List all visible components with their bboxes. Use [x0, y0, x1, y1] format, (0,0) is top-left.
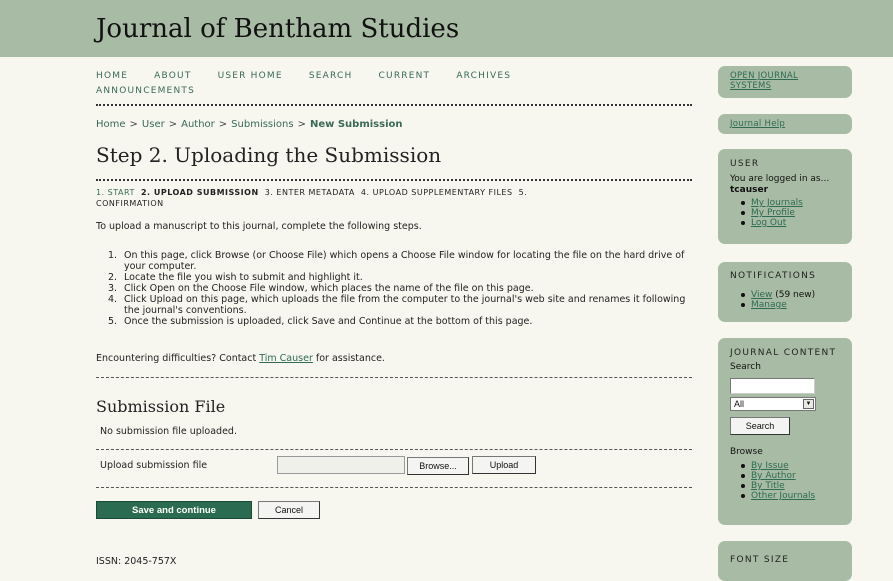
ojs-link[interactable]: OPEN JOURNAL SYSTEMS [730, 71, 840, 91]
breadcrumb-home[interactable]: Home [96, 119, 126, 130]
intro-text: To upload a manuscript to this journal, … [96, 221, 422, 232]
step-enter-metadata: 3. ENTER METADATA [264, 188, 355, 197]
view-notifications-link[interactable]: View [751, 290, 772, 300]
page-title: Step 2. Uploading the Submission [96, 143, 442, 167]
breadcrumb: Home > User > Author > Submissions > New Submiss… [96, 119, 403, 130]
site-title: Journal of Bentham Studies [96, 14, 460, 44]
nav-about[interactable]: ABOUT [154, 71, 191, 81]
search-input[interactable] [730, 378, 815, 394]
instruction-item: 1. On this page, click Browse (or Choose … [108, 250, 685, 272]
breadcrumb-submissions[interactable]: Submissions [231, 119, 293, 130]
file-path-input[interactable] [277, 456, 405, 474]
submission-status: No submission file uploaded. [100, 426, 237, 437]
difficulties-text: Encountering difficulties? Contact Tim C… [96, 353, 385, 364]
nav-search[interactable]: SEARCH [309, 71, 353, 81]
step-five-number: 5. [518, 188, 528, 197]
username: tcauser [730, 185, 769, 195]
nav-archives[interactable]: ARCHIVES [456, 71, 511, 81]
notifications-heading: NOTIFICATIONS [730, 271, 817, 281]
browse-by-title-link[interactable]: By Title [751, 481, 785, 491]
section-divider [96, 377, 692, 378]
nav-announcements[interactable]: ANNOUNCEMENTS [96, 86, 195, 96]
site-header: Journal of Bentham Studies [0, 0, 893, 57]
contact-link[interactable]: Tim Causer [259, 353, 313, 364]
browse-by-issue-link[interactable]: By Issue [751, 461, 789, 471]
step-progress: 1. START 2. UPLOAD SUBMISSION 3. ENTER M… [96, 187, 656, 209]
issn-text: ISSN: 2045-757X [96, 556, 177, 567]
notifications-box: NOTIFICATIONS View (59 new) Manage [718, 262, 852, 322]
nav-divider [96, 104, 692, 106]
instruction-item: 5. Once the submission is uploaded, click… [108, 316, 533, 327]
user-heading: USER [730, 159, 760, 169]
browse-label: Browse [730, 447, 763, 457]
upload-button[interactable]: Upload [472, 456, 536, 474]
log-out-link[interactable]: Log Out [751, 218, 786, 228]
search-label: Search [730, 362, 761, 372]
ojs-box: OPEN JOURNAL SYSTEMS [718, 66, 852, 98]
file-divider-top [96, 449, 692, 450]
step-upload-supplementary: 4. UPLOAD SUPPLEMENTARY FILES [360, 188, 513, 197]
instruction-item: 4. Click Upload on this page, which uploa… [108, 294, 686, 316]
notifications-count: (59 new) [775, 290, 816, 300]
step-upload-submission: 2. UPLOAD SUBMISSION [140, 188, 259, 197]
journal-help-link[interactable]: Journal Help [730, 119, 840, 129]
font-size-heading: FONT SIZE [730, 555, 790, 565]
search-button[interactable]: Search [730, 417, 790, 435]
font-size-box: FONT SIZE [718, 541, 852, 581]
chevron-down-icon[interactable]: ▼ [803, 399, 814, 409]
manage-notifications-link[interactable]: Manage [751, 300, 787, 310]
cancel-button[interactable]: Cancel [258, 501, 320, 519]
title-divider [96, 179, 692, 181]
step-confirmation: CONFIRMATION [96, 199, 164, 208]
submission-file-heading: Submission File [96, 397, 226, 416]
journal-content-box: JOURNAL CONTENT Search All ▼ Search Brow… [718, 338, 852, 525]
instruction-item: 2. Locate the file you wish to submit and… [108, 272, 363, 283]
browse-by-author-link[interactable]: By Author [751, 471, 796, 481]
file-divider-bottom [96, 487, 692, 488]
user-box: USER You are logged in as... tcauser My … [718, 149, 852, 244]
user-links: My Journals My Profile Log Out [730, 198, 840, 228]
my-journals-link[interactable]: My Journals [751, 198, 803, 208]
notifications-links: View (59 new) Manage [730, 290, 840, 310]
nav-user-home[interactable]: USER HOME [218, 71, 283, 81]
my-profile-link[interactable]: My Profile [751, 208, 795, 218]
journal-content-heading: JOURNAL CONTENT [730, 348, 837, 358]
help-box: Journal Help [718, 114, 852, 134]
instructions-list: 1. On this page, click Browse (or Choose … [108, 250, 688, 327]
search-scope-select[interactable]: All ▼ [730, 397, 816, 411]
browse-links: By Issue By Author By Title Other Journa… [730, 461, 840, 501]
other-journals-link[interactable]: Other Journals [751, 491, 815, 501]
upload-label: Upload submission file [100, 460, 208, 471]
breadcrumb-current[interactable]: New Submission [310, 119, 403, 130]
breadcrumb-author[interactable]: Author [181, 119, 215, 130]
step-start[interactable]: 1. START [96, 188, 135, 197]
instruction-item: 3. Click Open on the Choose File window, … [108, 283, 534, 294]
logged-in-text: You are logged in as... [730, 174, 830, 184]
nav-current[interactable]: CURRENT [379, 71, 431, 81]
nav-home[interactable]: HOME [96, 71, 128, 81]
breadcrumb-user[interactable]: User [142, 119, 165, 130]
browse-button[interactable]: Browse... [407, 457, 469, 475]
save-continue-button[interactable]: Save and continue [96, 501, 252, 519]
top-nav: HOME ABOUT USER HOME SEARCH CURRENT ARCH… [96, 69, 692, 99]
